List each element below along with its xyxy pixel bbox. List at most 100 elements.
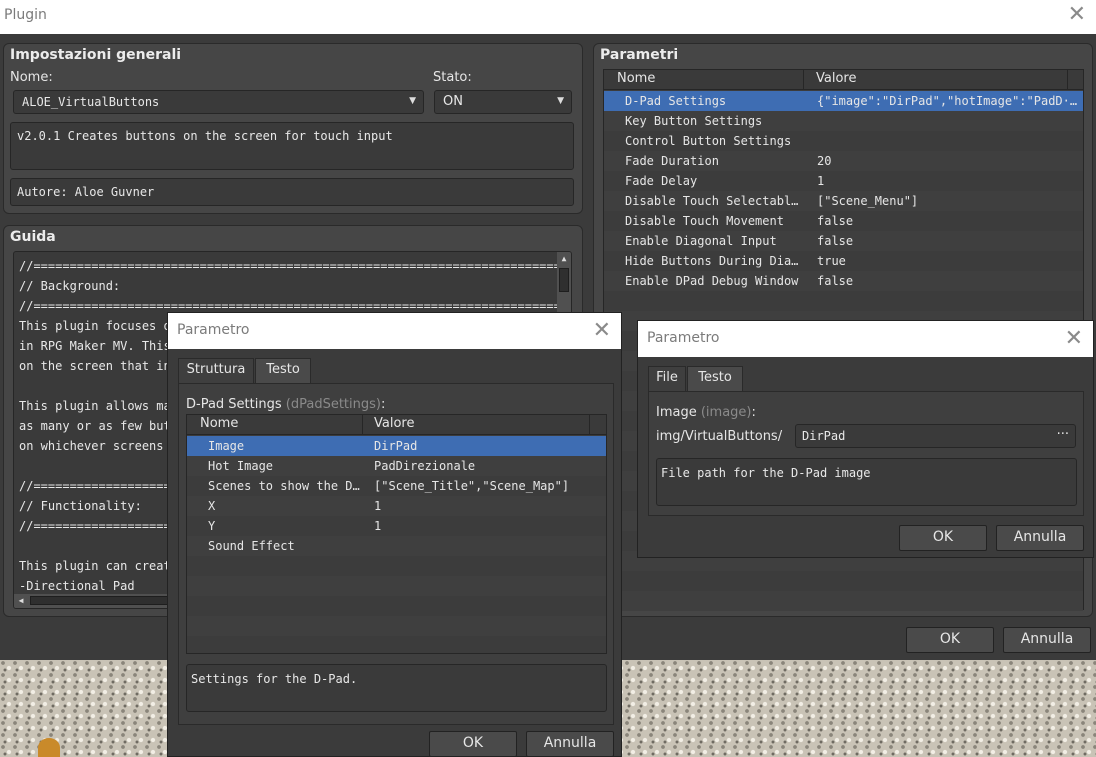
table-row[interactable]: Image DirPad [187, 436, 606, 456]
browse-icon[interactable]: ··· [1057, 427, 1069, 442]
chevron-down-icon: ▼ [557, 96, 564, 106]
main-cancel-button[interactable]: Annulla [1003, 627, 1091, 653]
window-titlebar: Plugin ✕ [0, 0, 1096, 34]
author-field[interactable]: Autore: Aloe Guvner [10, 178, 574, 206]
field-value: 1 [374, 499, 382, 513]
plugin-name-select[interactable]: ALOE_VirtualButtons ▼ [13, 90, 424, 114]
guide-line: on the screen that int [19, 359, 178, 373]
dialog-cancel-button[interactable]: Annulla [996, 525, 1084, 551]
close-icon[interactable]: ✕ [1068, 2, 1086, 27]
dialog-ok-button[interactable]: OK [429, 731, 517, 757]
image-file-description[interactable]: File path for the D-Pad image [656, 458, 1077, 506]
status-value: ON [443, 94, 463, 109]
plugin-name-value: ALOE_VirtualButtons [22, 95, 160, 109]
column-header-value[interactable]: Valore [374, 416, 414, 431]
chevron-down-icon: ▼ [409, 96, 416, 106]
dialog-title: Parametro [647, 330, 720, 346]
scroll-left-icon[interactable]: ◀ [16, 595, 26, 605]
structure-label-colon: : [380, 397, 386, 412]
guide-line: //=================== [19, 519, 171, 533]
scroll-up-icon[interactable]: ▲ [559, 254, 569, 264]
structure-table: Nome Valore Image DirPad Hot Image PadDire… [186, 414, 607, 654]
scroll-thumb[interactable] [30, 596, 170, 605]
status-label: Stato: [433, 70, 472, 85]
param-value: 1 [817, 174, 825, 188]
guide-line: as many or as few butt [19, 419, 178, 433]
table-row[interactable]: Enable DPad Debug Window false [604, 271, 1083, 291]
guide-line: // Functionality: [19, 499, 142, 513]
table-row[interactable]: Hide Buttons During Dial··· true [604, 251, 1083, 271]
image-field-label-colon: : [751, 405, 756, 420]
empty-row [604, 591, 1083, 611]
field-name: Hot Image [208, 459, 274, 473]
column-header-value[interactable]: Valore [816, 71, 856, 86]
parameters-title: Parametri [600, 47, 679, 63]
guide-line: //======================================… [19, 259, 572, 273]
empty-row [187, 556, 606, 576]
param-name: Fade Delay [625, 174, 698, 188]
table-row[interactable]: Disable Touch Movement false [604, 211, 1083, 231]
param-name: Disable Touch Movement [625, 214, 784, 228]
table-row[interactable]: Hot Image PadDirezionale [187, 456, 606, 476]
field-name: Scenes to show the D··· [208, 479, 363, 493]
table-row[interactable]: Fade Duration 20 [604, 151, 1083, 171]
tab-content: Image (image): img/VirtualButtons/ DirPa… [648, 391, 1084, 516]
param-name: Disable Touch Selectable··· [625, 194, 805, 208]
status-select[interactable]: ON ▼ [434, 90, 572, 114]
table-row[interactable]: Sound Effect [187, 536, 606, 556]
image-file-value: DirPad [802, 429, 846, 443]
guide-line: in RPG Maker MV. This [19, 339, 171, 353]
field-name: Image [208, 439, 245, 453]
param-value: false [817, 274, 854, 288]
field-value: 1 [374, 519, 382, 533]
table-row[interactable]: Disable Touch Selectable··· ["Scene_Menu"… [604, 191, 1083, 211]
table-row[interactable]: Scenes to show the D··· ["Scene_Title","S… [187, 476, 606, 496]
structure-description-text: Settings for the D-Pad. [191, 672, 358, 686]
table-row[interactable]: Y1 [187, 516, 606, 536]
dialog-ok-button[interactable]: OK [899, 525, 987, 551]
image-field-label-name: Image [656, 405, 697, 420]
guide-line: This plugin allows max [19, 399, 178, 413]
author-text: Autore: Aloe Guvner [17, 185, 155, 199]
guide-line: // Background: [19, 279, 121, 293]
param-value: false [817, 214, 854, 228]
empty-row [187, 576, 606, 596]
guide-line: -Directional Pad [19, 579, 135, 593]
structure-description[interactable]: Settings for the D-Pad. [186, 664, 607, 712]
tab-text[interactable]: Testo [255, 358, 311, 384]
param-name: Enable DPad Debug Window [625, 274, 799, 288]
param-name: Key Button Settings [625, 114, 763, 128]
scroll-thumb[interactable] [559, 268, 569, 292]
image-file-description-text: File path for the D-Pad image [661, 466, 871, 480]
field-value: ["Scene_Title","Scene_Map"] [374, 479, 570, 493]
tab-structure[interactable]: Struttura [178, 358, 254, 384]
guide-horizontal-scrollbar[interactable]: ◀ [14, 594, 174, 608]
close-icon[interactable]: ✕ [1065, 326, 1083, 351]
table-row[interactable]: X1 [187, 496, 606, 516]
param-name: Enable Diagonal Input [625, 234, 777, 248]
param-value: true [817, 254, 846, 268]
param-name: Control Button Settings [625, 134, 792, 148]
table-row[interactable]: Control Button Settings [604, 131, 1083, 151]
tab-file[interactable]: File [648, 366, 686, 392]
field-value: PadDirezionale [374, 459, 476, 473]
structure-label: D-Pad Settings (dPadSettings): [186, 397, 385, 412]
empty-row [604, 291, 1083, 311]
param-value: 20 [817, 154, 832, 168]
column-header-name[interactable]: Nome [617, 71, 655, 86]
table-row[interactable]: D-Pad Settings {"image":"DirPad","hotImag… [604, 91, 1083, 111]
parameters-table-header: Nome Valore [604, 70, 1083, 90]
description-field[interactable]: v2.0.1 Creates buttons on the screen for… [10, 122, 574, 170]
main-ok-button[interactable]: OK [906, 627, 994, 653]
close-icon[interactable]: ✕ [593, 318, 611, 343]
dialog-cancel-button[interactable]: Annulla [526, 731, 614, 757]
image-file-input[interactable]: DirPad ··· [795, 424, 1076, 448]
tab-content: D-Pad Settings (dPadSettings): Nome Valo… [178, 383, 614, 725]
tab-text[interactable]: Testo [687, 366, 743, 392]
table-row[interactable]: Fade Delay 1 [604, 171, 1083, 191]
column-header-name[interactable]: Nome [200, 416, 238, 431]
table-row[interactable]: Enable Diagonal Input false [604, 231, 1083, 251]
field-name: Sound Effect [208, 539, 295, 553]
table-row[interactable]: Key Button Settings [604, 111, 1083, 131]
param-name: Hide Buttons During Dial··· [625, 254, 805, 268]
